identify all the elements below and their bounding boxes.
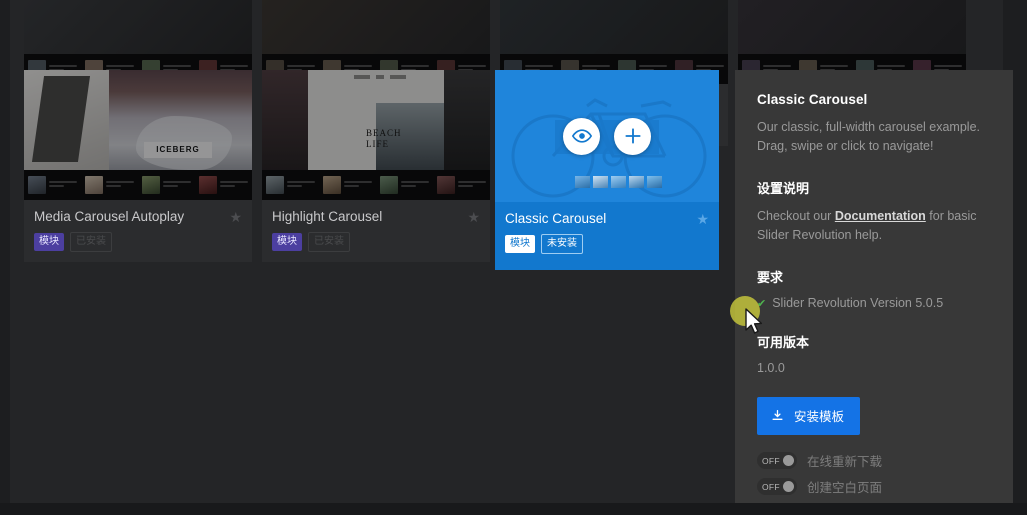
plus-icon (623, 126, 643, 146)
install-template-button[interactable]: 安装模板 (757, 397, 860, 435)
panel-requirements-heading: 要求 (757, 267, 991, 286)
badge-module: 模块 (34, 233, 64, 251)
strip-item (24, 170, 81, 200)
badge-status: 已安装 (308, 232, 350, 252)
badge-status: 未安装 (541, 234, 583, 254)
badge-status: 已安装 (70, 232, 112, 252)
template-card-classic-carousel[interactable]: Classic Carousel ★ 模块 未安装 (495, 70, 719, 270)
card-thumbnail (500, 0, 728, 54)
favorite-star-icon[interactable]: ★ (229, 209, 242, 225)
template-card-media-carousel-autoplay[interactable]: ICEBERG Media Carousel Autoplay ★ 模块 已安装 (24, 70, 252, 262)
panel-setup-text: Checkout our Documentation for basic Sli… (757, 207, 991, 245)
requirement-row: ✔ Slider Revolution Version 5.0.5 (757, 296, 991, 310)
requirement-label: Slider Revolution Version 5.0.5 (772, 296, 943, 310)
badge-module: 模块 (505, 235, 535, 253)
panel-version-value: 1.0.0 (757, 361, 991, 375)
card-badges: 模块 已安装 (272, 232, 480, 252)
add-template-button[interactable] (614, 118, 651, 155)
card-hover-actions (495, 70, 719, 202)
card-thumbnail: BEACH LIFE (262, 70, 490, 170)
preview-button[interactable] (563, 118, 600, 155)
toggle-state: OFF (762, 456, 780, 466)
toggle-state: OFF (762, 482, 780, 492)
panel-description: Our classic, full-width carousel example… (757, 118, 991, 156)
template-detail-panel: Classic Carousel Our classic, full-width… (735, 70, 1013, 504)
toggle-row-redownload[interactable]: OFF 在线重新下载 (757, 451, 991, 470)
card-thumbnail (495, 70, 719, 202)
strip-item (195, 170, 252, 200)
card-thumbnail: ICEBERG (24, 70, 252, 170)
toggle-switch[interactable]: OFF (757, 478, 797, 495)
favorite-star-icon[interactable]: ★ (467, 209, 480, 225)
panel-version-heading: 可用版本 (757, 332, 991, 351)
panel-title: Classic Carousel (757, 92, 991, 107)
template-card-highlight-carousel[interactable]: BEACH LIFE Highlight Carousel ★ 模块 已安装 (262, 70, 490, 262)
card-footer: Classic Carousel ★ 模块 未安装 (495, 202, 719, 270)
card-badges: 模块 已安装 (34, 232, 242, 252)
favorite-star-icon[interactable]: ★ (696, 211, 709, 227)
install-button-label: 安装模板 (794, 406, 844, 425)
app-root: Team Carousel ★ 模块 已安装 Food Carousel ★ (0, 0, 1027, 515)
toggle-label: 创建空白页面 (807, 477, 882, 496)
card-footer: Highlight Carousel ★ 模块 已安装 (262, 200, 490, 262)
toggle-knob (783, 455, 794, 466)
card-footer: Media Carousel Autoplay ★ 模块 已安装 (24, 200, 252, 262)
strip-item (376, 170, 433, 200)
eye-icon (572, 126, 592, 146)
card-badges: 模块 未安装 (505, 234, 709, 254)
panel-setup-heading: 设置说明 (757, 178, 991, 197)
strip-item (138, 170, 195, 200)
badge-module: 模块 (272, 233, 302, 251)
card-title: Highlight Carousel (272, 209, 480, 225)
documentation-link[interactable]: Documentation (835, 209, 926, 223)
strip-item (433, 170, 490, 200)
card-thumbnail (262, 0, 490, 54)
toggle-label: 在线重新下载 (807, 451, 882, 470)
page-bottom-strip (0, 503, 1027, 515)
thumbnail-caption: BEACH LIFE (366, 128, 406, 150)
card-title: Media Carousel Autoplay (34, 209, 242, 225)
card-thumbnail-strip (262, 170, 490, 200)
card-title: Classic Carousel (505, 211, 709, 227)
check-icon: ✔ (757, 297, 766, 310)
strip-item (262, 170, 319, 200)
setup-text-before: Checkout our (757, 209, 835, 223)
toggle-knob (783, 481, 794, 492)
card-thumbnail (738, 0, 966, 54)
thumbnail-caption: ICEBERG (144, 142, 212, 158)
strip-item (81, 170, 138, 200)
toggle-row-blank-page[interactable]: OFF 创建空白页面 (757, 477, 991, 496)
strip-item (319, 170, 376, 200)
card-thumbnail-strip (24, 170, 252, 200)
card-thumbnail (24, 0, 252, 54)
toggle-switch[interactable]: OFF (757, 452, 797, 469)
panel-toggles: OFF 在线重新下载 OFF 创建空白页面 (757, 451, 991, 496)
download-icon (771, 409, 784, 422)
